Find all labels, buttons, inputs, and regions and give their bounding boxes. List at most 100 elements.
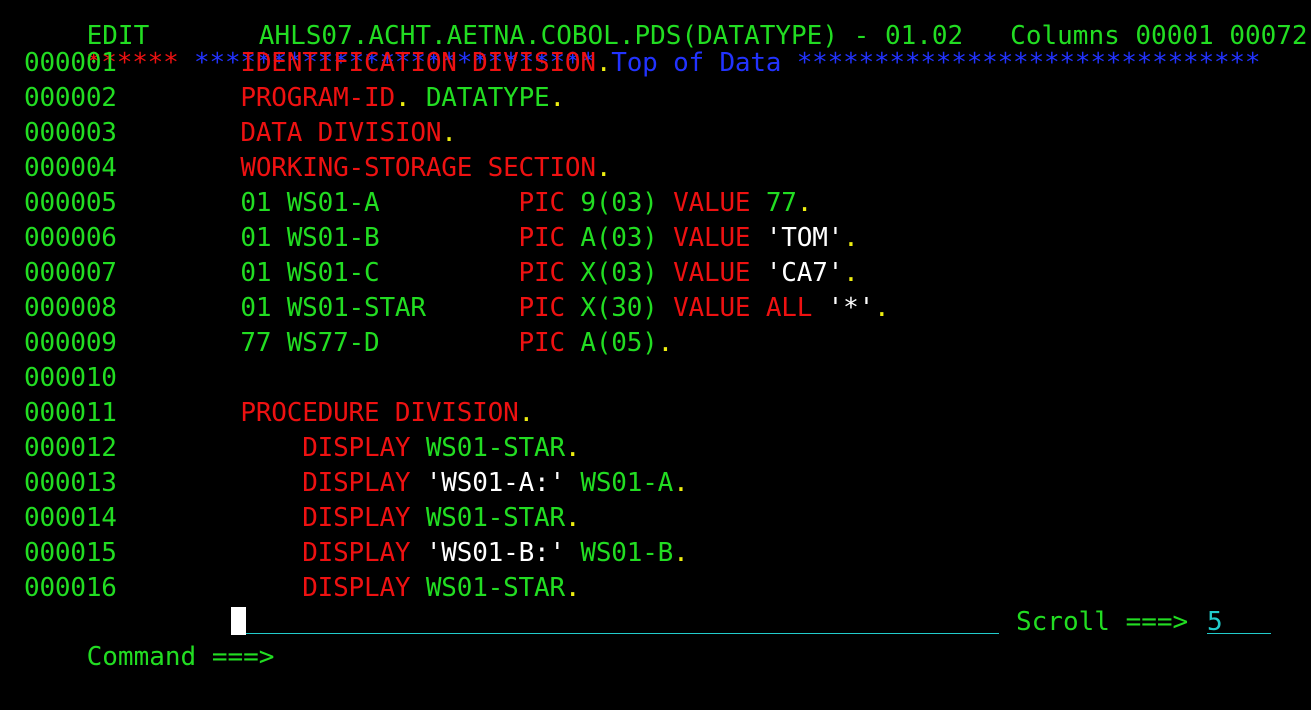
command-cursor[interactable] [231,607,246,635]
code-token: PIC [518,223,566,253]
line-number[interactable]: 000010 [24,363,117,393]
code-token: 'WS01-B:' [425,538,565,568]
source-line[interactable]: 000015 DISPLAY 'WS01-B:' WS01-B. [24,536,689,571]
code-token: DATA DIVISION [240,118,442,148]
code-token: 9(03) [564,188,674,218]
code-token: PIC [518,258,566,288]
code-token: . [564,433,581,463]
code-token: 77 WS77-D [116,328,519,358]
code-token: A(05) [564,328,658,358]
code-token: . [796,188,813,218]
code-token: WS01-STAR [410,503,565,533]
source-line[interactable]: 000014 DISPLAY WS01-STAR. [24,501,581,536]
code-token: 01 WS01-B [116,223,519,253]
line-number[interactable]: 000012 [24,433,117,463]
code-token: 01 WS01-C [116,258,519,288]
code-token: 01 WS01-STAR [116,293,519,323]
source-line[interactable]: 000013 DISPLAY 'WS01-A:' WS01-A. [24,466,689,501]
code-token: IDENTIFICATION DIVISION [240,48,596,78]
line-number[interactable]: 000003 [24,118,117,148]
line-number[interactable]: 000001 [24,48,117,78]
code-token: WS01-STAR [410,433,565,463]
code-token: . [564,503,581,533]
code-token: 'WS01-A:' [425,468,565,498]
code-token: . [843,223,859,253]
line-number[interactable]: 000011 [24,398,117,428]
source-line[interactable]: 000012 DISPLAY WS01-STAR. [24,431,581,466]
code-token: PIC [518,328,566,358]
code-token: '*' [827,293,875,323]
source-line[interactable]: 000009 77 WS77-D PIC A(05). [24,326,673,361]
code-token: VALUE [673,188,751,218]
code-token: DISPLAY [302,573,411,603]
code-token: . [595,48,612,78]
source-line[interactable]: 000016 DISPLAY WS01-STAR. [24,571,581,606]
code-token: 'TOM' [765,223,844,253]
line-number[interactable]: 000002 [24,83,117,113]
code-token: PIC [518,293,566,323]
command-label: Command ===> [86,642,275,672]
source-line[interactable]: 000004 WORKING-STORAGE SECTION. [24,151,611,186]
code-token: X(30) [564,293,674,323]
line-number[interactable]: 000013 [24,468,117,498]
line-number[interactable]: 000006 [24,223,117,253]
code-token: A(03) [564,223,674,253]
command-input[interactable] [246,633,999,634]
scroll-field-underline [1207,633,1271,634]
code-token: PROCEDURE DIVISION [240,398,519,428]
code-token: VALUE [673,223,751,253]
code-token: DATATYPE [410,83,550,113]
code-token: . [441,118,457,148]
code-token: . [673,468,689,498]
line-number[interactable]: 000008 [24,293,117,323]
code-token: WS01-STAR [410,573,565,603]
source-line[interactable]: 000007 01 WS01-C PIC X(03) VALUE 'CA7'. [24,256,859,291]
code-token: 77 [750,188,797,218]
code-token: WORKING-STORAGE SECTION [240,153,596,183]
source-line[interactable]: 000001 IDENTIFICATION DIVISION. [24,46,611,81]
line-number[interactable]: 000005 [24,188,117,218]
code-token: PROGRAM-ID [240,83,395,113]
code-token: . [843,258,859,288]
code-token: DISPLAY [302,503,411,533]
source-line[interactable]: 000003 DATA DIVISION. [24,116,457,151]
code-token: . [874,293,890,323]
scroll-amount-field[interactable]: 5 [1207,605,1271,640]
code-token: VALUE [673,258,751,288]
scroll-label: Scroll ===> [1016,607,1189,637]
source-line[interactable]: 000005 01 WS01-A PIC 9(03) VALUE 77. [24,186,812,221]
source-line[interactable]: 000010 [24,361,117,396]
code-token: . [518,398,535,428]
code-token: WS01-A [564,468,674,498]
code-token: X(03) [564,258,674,288]
code-token: DISPLAY [302,538,411,568]
line-number[interactable]: 000004 [24,153,117,183]
line-number[interactable]: 000016 [24,573,117,603]
source-line[interactable]: 000008 01 WS01-STAR PIC X(30) VALUE ALL … [24,291,890,326]
line-number[interactable]: 000007 [24,258,117,288]
line-number[interactable]: 000015 [24,538,117,568]
ispf-editor-screen: EDIT AHLS07.ACHT.AETNA.COBOL.PDS(DATATYP… [0,0,1311,672]
code-token: . [673,538,689,568]
source-line[interactable]: 000011 PROCEDURE DIVISION. [24,396,534,431]
line-number[interactable]: 000014 [24,503,117,533]
line-number[interactable]: 000009 [24,328,117,358]
source-line[interactable]: 000002 PROGRAM-ID. DATATYPE. [24,81,565,116]
source-line[interactable]: 000006 01 WS01-B PIC A(03) VALUE 'TOM'. [24,221,859,256]
code-token: PIC [518,188,566,218]
